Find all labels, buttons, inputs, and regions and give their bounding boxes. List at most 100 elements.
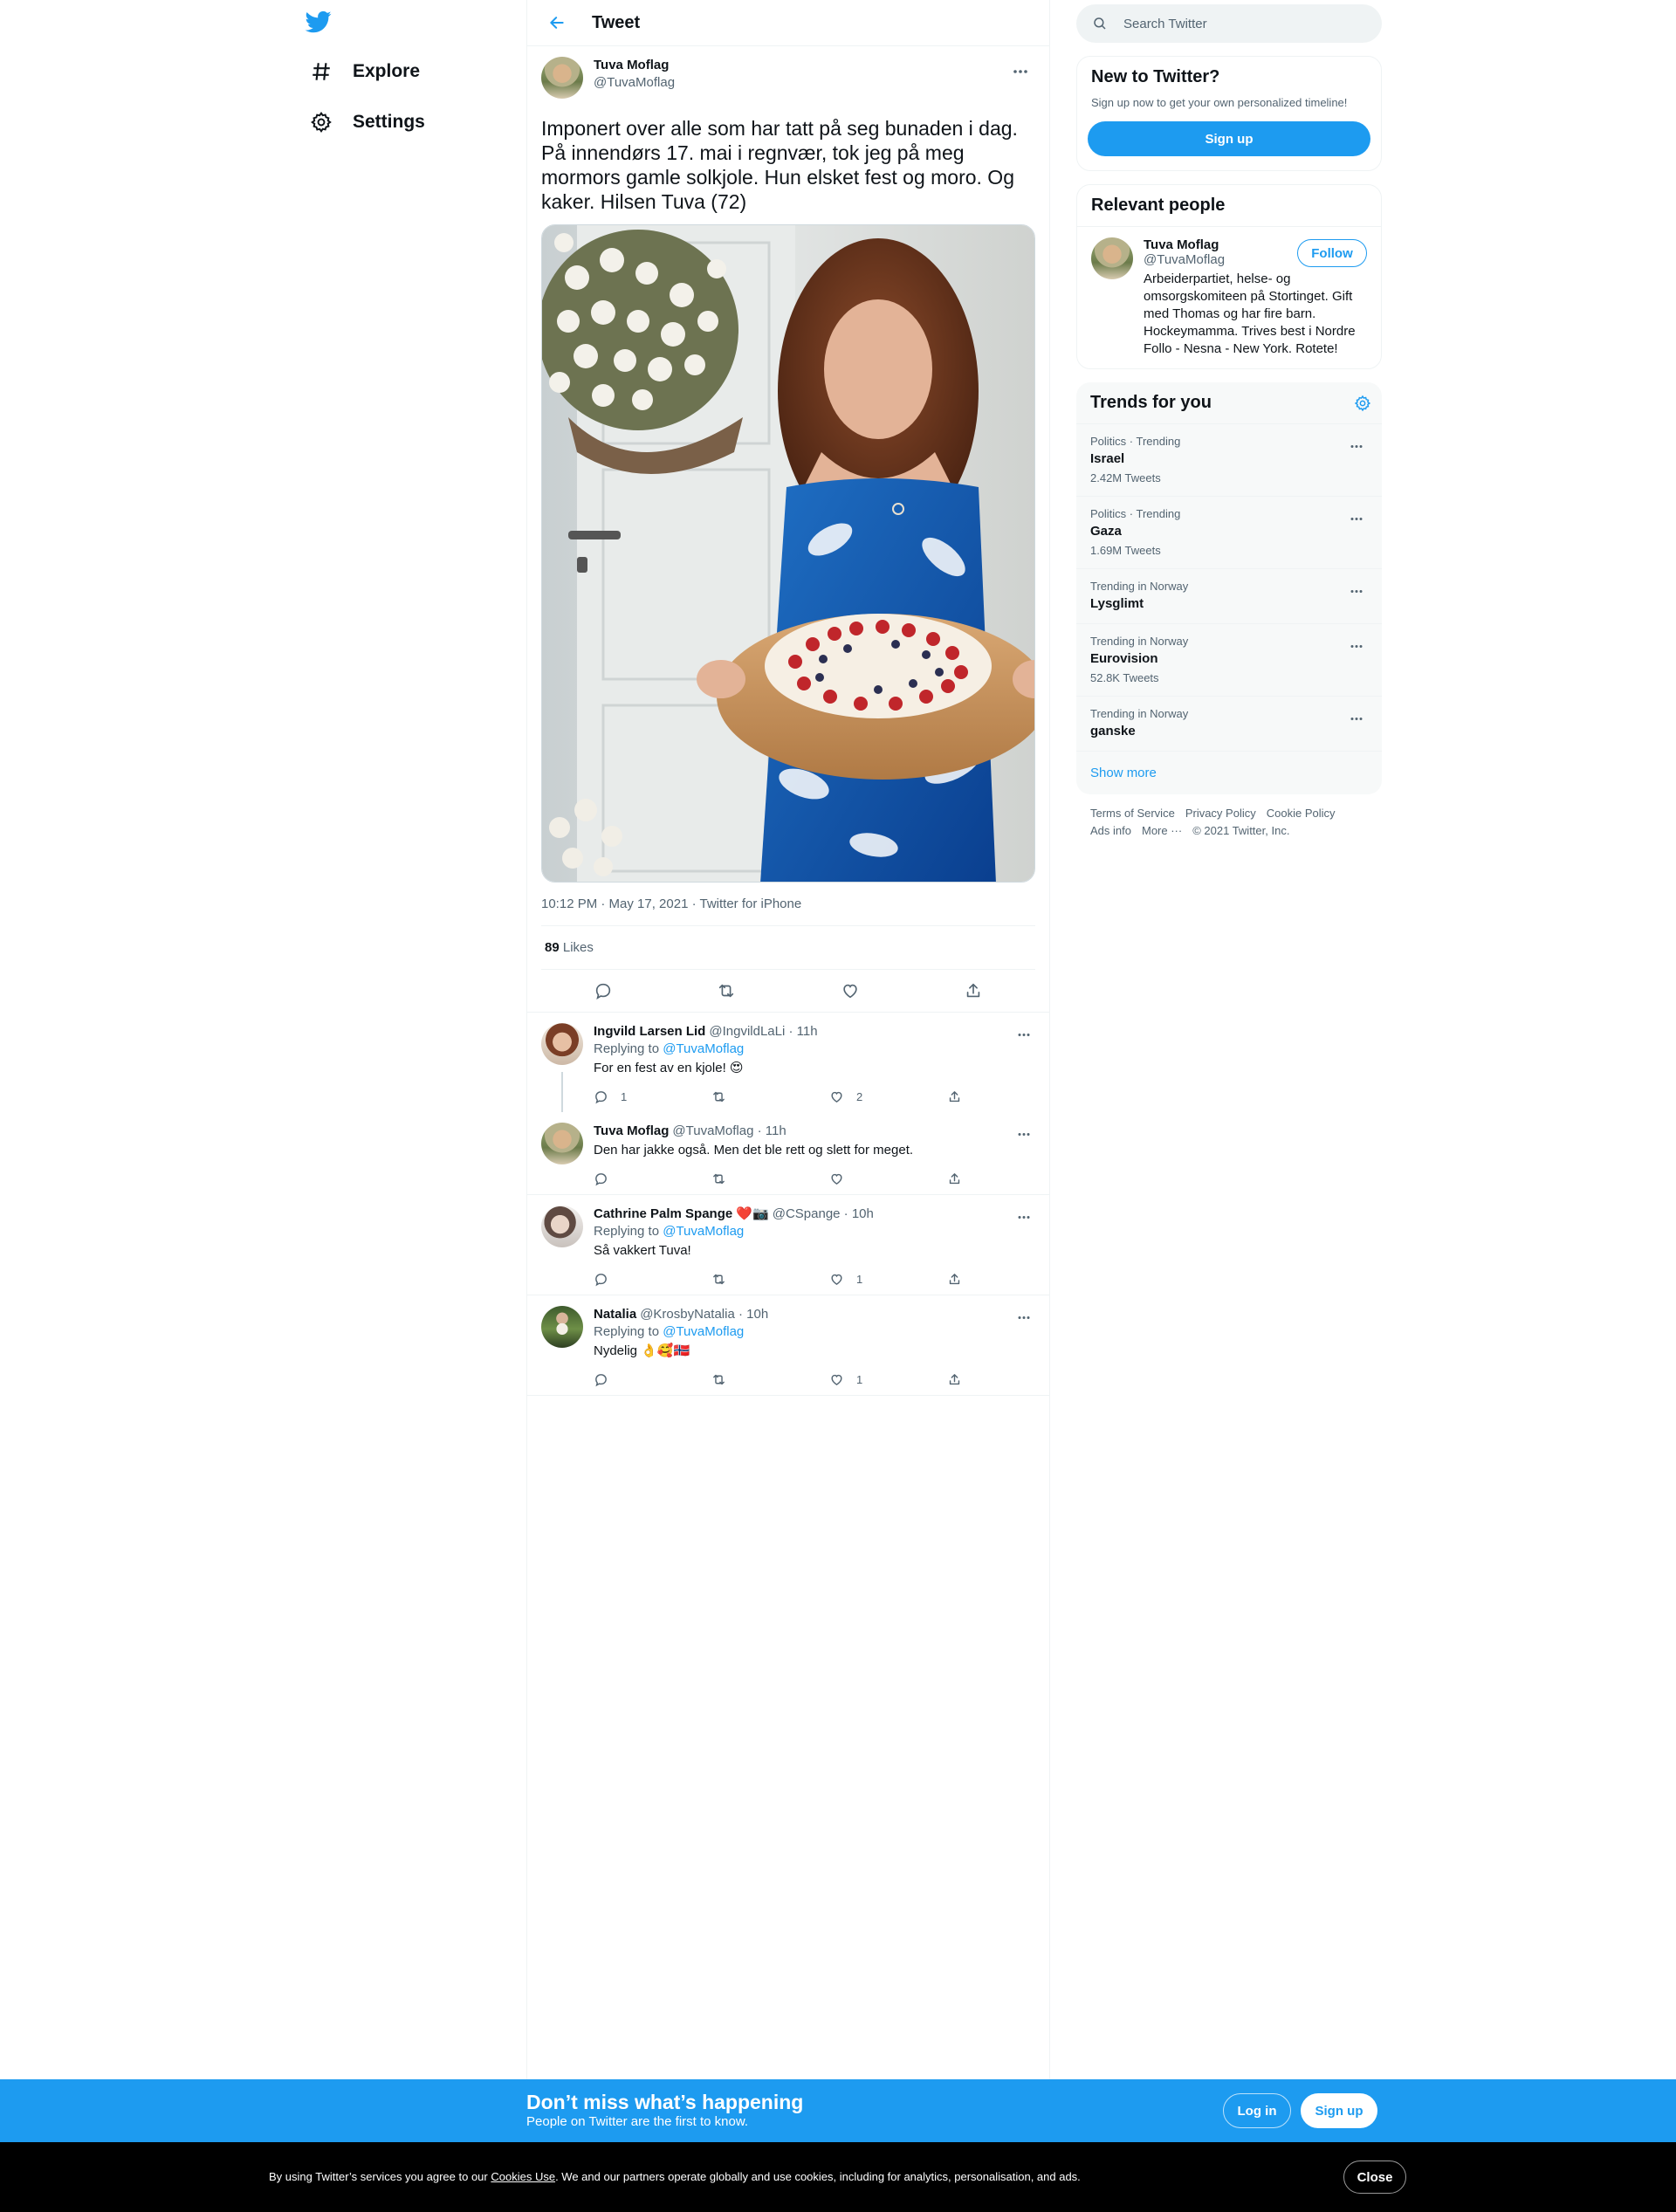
share-button[interactable] [947, 1370, 1065, 1388]
card-title: Relevant people [1091, 196, 1226, 215]
retweet-button[interactable] [711, 1088, 829, 1105]
avatar[interactable] [541, 57, 583, 99]
search-box[interactable] [1076, 4, 1382, 43]
more-options-icon[interactable] [1342, 504, 1371, 533]
trend-count: 52.8K Tweets [1090, 671, 1159, 684]
like-button[interactable] [829, 1170, 947, 1187]
avatar[interactable] [541, 1306, 583, 1348]
reply-author-name[interactable]: Natalia [594, 1306, 636, 1323]
like-count: 2 [856, 1089, 863, 1103]
retweet-button[interactable] [711, 1370, 829, 1388]
trend-item[interactable]: Trending in Norway Lysglimt [1076, 568, 1382, 623]
tweet-timestamp[interactable]: 10:12 PM · May 17, 2021 · Twitter for iP… [541, 896, 1035, 926]
trends-card: Trends for you Politics · Trending Israe… [1076, 382, 1382, 794]
cookie-bar: By using Twitter’s services you agree to… [0, 2142, 1676, 2212]
avatar[interactable] [541, 1023, 583, 1065]
more-options-icon[interactable] [1009, 1302, 1039, 1332]
reply-button[interactable]: 1 [594, 1088, 711, 1105]
twitter-bird-icon[interactable] [304, 9, 342, 38]
nav-explore[interactable]: Explore [304, 51, 434, 93]
nav-settings[interactable]: Settings [304, 101, 439, 143]
reply-author-handle[interactable]: @TuvaMoflag · 11h [672, 1123, 786, 1140]
replying-to-link[interactable]: @TuvaMoflag [663, 1041, 744, 1056]
relevant-person[interactable]: Tuva Moflag @TuvaMoflag Arbeiderpartiet,… [1077, 226, 1381, 368]
tweet-photo[interactable] [541, 224, 1035, 883]
reply-tweet[interactable]: Ingvild Larsen Lid @IngvildLaLi · 11h Rep… [527, 1012, 1049, 1112]
footer-link-ads[interactable]: Ads info [1090, 824, 1131, 837]
replying-to-link[interactable]: @TuvaMoflag [663, 1324, 744, 1339]
retweet-button[interactable] [711, 1170, 829, 1187]
like-button[interactable]: 1 [829, 1370, 947, 1388]
avatar[interactable] [1091, 237, 1133, 279]
retweet-button[interactable] [711, 1270, 829, 1288]
trend-item[interactable]: Trending in Norway ganske [1076, 696, 1382, 751]
cookie-text: By using Twitter’s services you agree to… [269, 2168, 1081, 2186]
author-name[interactable]: Tuva Moflag [594, 57, 675, 74]
more-options-icon[interactable] [1009, 1119, 1039, 1149]
reply-tweet[interactable]: Cathrine Palm Spange ❤️📷 @CSpange · 10h R… [527, 1194, 1049, 1295]
footer-link-privacy[interactable]: Privacy Policy [1185, 807, 1256, 820]
reply-button[interactable] [587, 974, 620, 1007]
avatar[interactable] [541, 1123, 583, 1164]
share-icon [949, 1090, 960, 1102]
like-button[interactable] [834, 974, 867, 1007]
close-cookie-button[interactable]: Close [1343, 2160, 1406, 2194]
like-button[interactable]: 2 [829, 1088, 947, 1105]
cookies-use-link[interactable]: Cookies Use [491, 2170, 555, 2183]
thread-connector [561, 1072, 563, 1112]
likes-count[interactable]: 89 Likes [541, 926, 1035, 970]
more-options-icon[interactable] [1342, 631, 1371, 661]
share-button[interactable] [957, 974, 990, 1007]
reply-tweet[interactable]: Tuva Moflag @TuvaMoflag · 11h Den har jak… [527, 1112, 1049, 1194]
login-button[interactable]: Log in [1223, 2093, 1291, 2128]
back-button[interactable] [541, 7, 573, 38]
signup-button[interactable]: Sign up [1088, 121, 1370, 156]
show-more-link[interactable]: Show more [1076, 751, 1382, 794]
footer-link-more[interactable]: More ··· [1142, 824, 1182, 837]
reply-author-name[interactable]: Tuva Moflag [594, 1123, 669, 1140]
retweet-button[interactable] [710, 974, 743, 1007]
banner-signup-button[interactable]: Sign up [1301, 2093, 1377, 2128]
author-handle[interactable]: @TuvaMoflag [594, 74, 675, 92]
reply-button[interactable] [594, 1170, 711, 1187]
heart-icon [831, 1173, 842, 1185]
trend-name: ganske [1090, 724, 1136, 738]
more-options-icon[interactable] [1009, 1202, 1039, 1232]
share-button[interactable] [947, 1170, 1065, 1187]
more-options-icon[interactable] [1006, 57, 1035, 86]
more-options-icon[interactable] [1342, 704, 1371, 733]
arrow-left-icon [550, 17, 564, 29]
gear-icon[interactable] [1354, 395, 1371, 412]
footer-link-terms[interactable]: Terms of Service [1090, 807, 1175, 820]
more-options-icon[interactable] [1342, 576, 1371, 606]
trend-item[interactable]: Politics · Trending Gaza 1.69M Tweets [1076, 496, 1382, 568]
reply-author-handle[interactable]: @IngvildLaLi · 11h [709, 1023, 817, 1041]
banner-title: Don’t miss what’s happening [526, 2091, 804, 2113]
share-icon [949, 1172, 960, 1184]
more-options-icon[interactable] [1342, 431, 1371, 461]
avatar[interactable] [541, 1206, 583, 1247]
more-options-icon[interactable] [1009, 1020, 1039, 1049]
replying-to-label: Replying to [594, 1324, 660, 1339]
reply-author-name[interactable]: Ingvild Larsen Lid [594, 1023, 705, 1041]
replying-to-link[interactable]: @TuvaMoflag [663, 1224, 744, 1239]
reply-author-name[interactable]: Cathrine Palm Spange ❤️📷 [594, 1206, 769, 1223]
reply-tweet[interactable]: Natalia @KrosbyNatalia · 10h Replying to … [527, 1295, 1049, 1396]
reply-button[interactable] [594, 1270, 711, 1288]
reply-text: Så vakkert Tuva! [594, 1243, 691, 1258]
reply-button[interactable] [594, 1370, 711, 1388]
retweet-icon [713, 1173, 725, 1184]
footer-link-cookies[interactable]: Cookie Policy [1267, 807, 1336, 820]
trend-item[interactable]: Trending in Norway Eurovision 52.8K Twee… [1076, 623, 1382, 696]
share-button[interactable] [947, 1088, 1065, 1105]
follow-button[interactable]: Follow [1297, 239, 1367, 267]
retweet-icon [713, 1091, 725, 1102]
like-button[interactable]: 1 [829, 1270, 947, 1288]
reply-author-handle[interactable]: @CSpange · 10h [773, 1206, 874, 1223]
trend-count: 2.42M Tweets [1090, 471, 1161, 484]
search-input[interactable] [1123, 16, 1350, 31]
trend-item[interactable]: Politics · Trending Israel 2.42M Tweets [1076, 423, 1382, 496]
trend-context: Politics · Trending [1090, 507, 1181, 520]
reply-author-handle[interactable]: @KrosbyNatalia · 10h [640, 1306, 768, 1323]
share-button[interactable] [947, 1270, 1065, 1288]
